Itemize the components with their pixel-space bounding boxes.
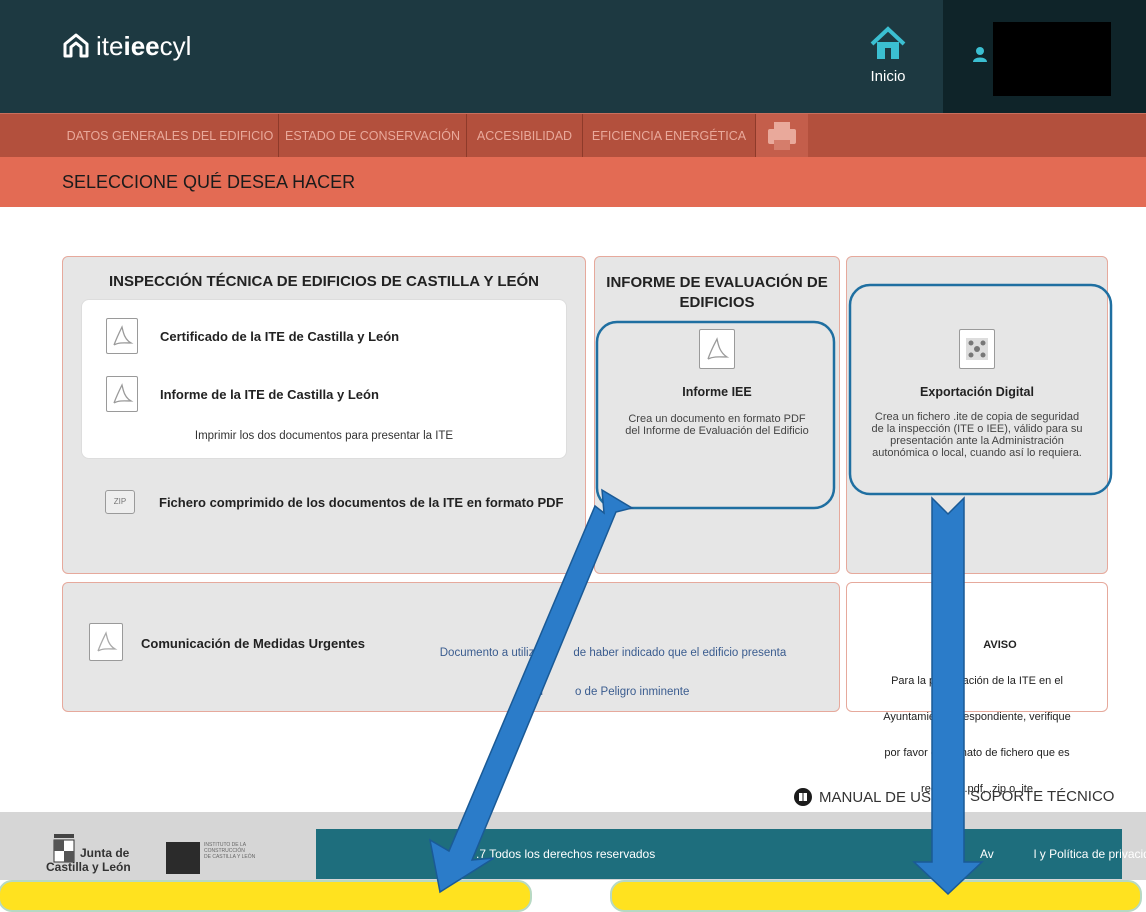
app-logo[interactable]: ite iee cyl — [62, 26, 191, 66]
tab-eficiencia-energetica[interactable]: EFICIENCIA ENERGÉTICA — [583, 114, 756, 158]
certificado-ite-label: Certificado de la ITE de Castilla y León — [160, 328, 400, 344]
junta-line1: Junta de — [80, 846, 130, 860]
iee-card: INFORME DE EVALUACIÓN DE EDIFICIOS Infor… — [594, 256, 840, 574]
user-icon — [973, 47, 987, 62]
user-menu[interactable] — [943, 0, 1146, 113]
instituto-line3: DE CASTILLA Y LEÓN — [204, 854, 256, 860]
junta-logo: Junta de Castilla y León — [44, 832, 144, 878]
informe-iee-desc: Crea un documento en formato PDF del Inf… — [625, 413, 809, 437]
manual-link[interactable]: MANUAL DE US — [794, 788, 931, 806]
home-label: Inicio — [870, 68, 906, 85]
informe-iee-title: Informe IEE — [682, 385, 752, 399]
logo-icon — [63, 33, 89, 58]
tab-print[interactable] — [756, 114, 808, 158]
urgent-desc-line1: Documento a utilizar e de haber indicado… — [439, 647, 787, 659]
exportacion-digital-desc: Crea un fichero .ite de copia de segurid… — [871, 411, 1083, 459]
iee-card-title: INFORME DE EVALUACIÓN DE EDIFICIOS — [595, 273, 839, 313]
annotation-box-right — [610, 880, 1142, 912]
urgent-measures-card[interactable]: Comunicación de Medidas Urgentes Documen… — [62, 582, 840, 712]
pdf-icon — [89, 623, 123, 661]
zip-icon: ZIP — [105, 490, 135, 514]
urgent-desc-line2: u o de Peligro inminente — [536, 686, 690, 698]
exportacion-digital-link[interactable]: Exportación Digital Crea un fichero .ite… — [847, 329, 1107, 459]
pdf-icon — [106, 376, 138, 412]
logo-bold: iee — [123, 30, 160, 61]
section-tabs: DATOS GENERALES DEL EDIFICIO ESTADO DE C… — [0, 113, 1146, 158]
page-title: SELECCIONE QUÉ DESEA HACER — [62, 172, 356, 192]
informe-ite-label: Informe de la ITE de Castilla y León — [160, 386, 379, 402]
tab-datos-generales[interactable]: DATOS GENERALES DEL EDIFICIO — [62, 114, 279, 158]
copyright-text: .7 Todos los derechos reservados — [476, 847, 656, 861]
notice-line2: Ayuntamien respondiente, verifique — [883, 711, 1071, 723]
home-icon — [870, 26, 906, 59]
footer-band: .7 Todos los derechos reservados Av l y … — [316, 829, 1146, 879]
zip-ite-label: Fichero comprimido de los documentos de … — [159, 494, 564, 510]
certificado-ite-link[interactable]: Certificado de la ITE de Castilla y León — [106, 318, 399, 354]
zip-icon-text: ZIP — [113, 497, 127, 506]
home-button[interactable]: Inicio — [860, 24, 916, 94]
exportacion-digital-title: Exportación Digital — [920, 385, 1034, 399]
manual-link-label: MANUAL DE US — [819, 788, 931, 806]
logo-prefix: ite — [96, 30, 124, 61]
tab-accesibilidad[interactable]: ACCESIBILIDAD — [467, 114, 583, 158]
printer-icon — [768, 122, 796, 150]
urgent-measures-label: Comunicación de Medidas Urgentes — [141, 636, 365, 651]
informe-iee-link[interactable]: Informe IEE Crea un documento en formato… — [595, 329, 839, 437]
notice-card: AVISO Para la p ación de la ITE en el Ay… — [846, 582, 1108, 795]
tab-estado-conservacion[interactable]: ESTADO DE CONSERVACIÓN — [279, 114, 467, 158]
ite-card: INSPECCIÓN TÉCNICA DE EDIFICIOS DE CASTI… — [62, 256, 586, 574]
book-icon — [794, 788, 812, 806]
ite-documents-panel: Certificado de la ITE de Castilla y León… — [81, 299, 567, 459]
ite-card-title: INSPECCIÓN TÉCNICA DE EDIFICIOS DE CASTI… — [108, 273, 540, 290]
notice-line3: por favor el mato de fichero que es — [884, 747, 1070, 759]
support-link[interactable]: SOPORTE TÉCNICO — [970, 788, 1114, 805]
logo-suffix: cyl — [159, 30, 192, 61]
iee-title-line2: EDIFICIOS — [679, 294, 755, 311]
share-network-icon — [959, 329, 995, 369]
pdf-icon — [106, 318, 138, 354]
zip-ite-link[interactable]: ZIP Fichero comprimido de los documentos… — [105, 490, 564, 514]
annotation-box-left — [0, 880, 532, 912]
junta-line2: Castilla y León — [46, 860, 131, 874]
instituto-logo-mark — [166, 842, 200, 874]
notice-title: AVISO — [983, 639, 1017, 651]
pdf-icon — [699, 329, 735, 369]
print-both-note: Imprimir los dos documentos para present… — [194, 430, 454, 442]
section-title-bar: SELECCIONE QUÉ DESEA HACER — [0, 157, 1146, 207]
redacted-user-name — [993, 22, 1111, 96]
export-card: Exportación Digital Crea un fichero .ite… — [846, 256, 1108, 574]
notice-line1: Para la p ación de la ITE en el — [891, 675, 1063, 687]
informe-ite-link[interactable]: Informe de la ITE de Castilla y León — [106, 376, 379, 412]
instituto-logo-text: INSTITUTO DE LA CONSTRUCCIÓN DE CASTILLA… — [204, 842, 255, 860]
privacy-link[interactable]: Av l y Política de privacidad — [980, 847, 1146, 861]
urgent-measures-desc: Documento a utilizar e de haber indicado… — [403, 621, 823, 725]
iee-title-line1: INFORME DE EVALUACIÓN DE — [606, 274, 828, 291]
